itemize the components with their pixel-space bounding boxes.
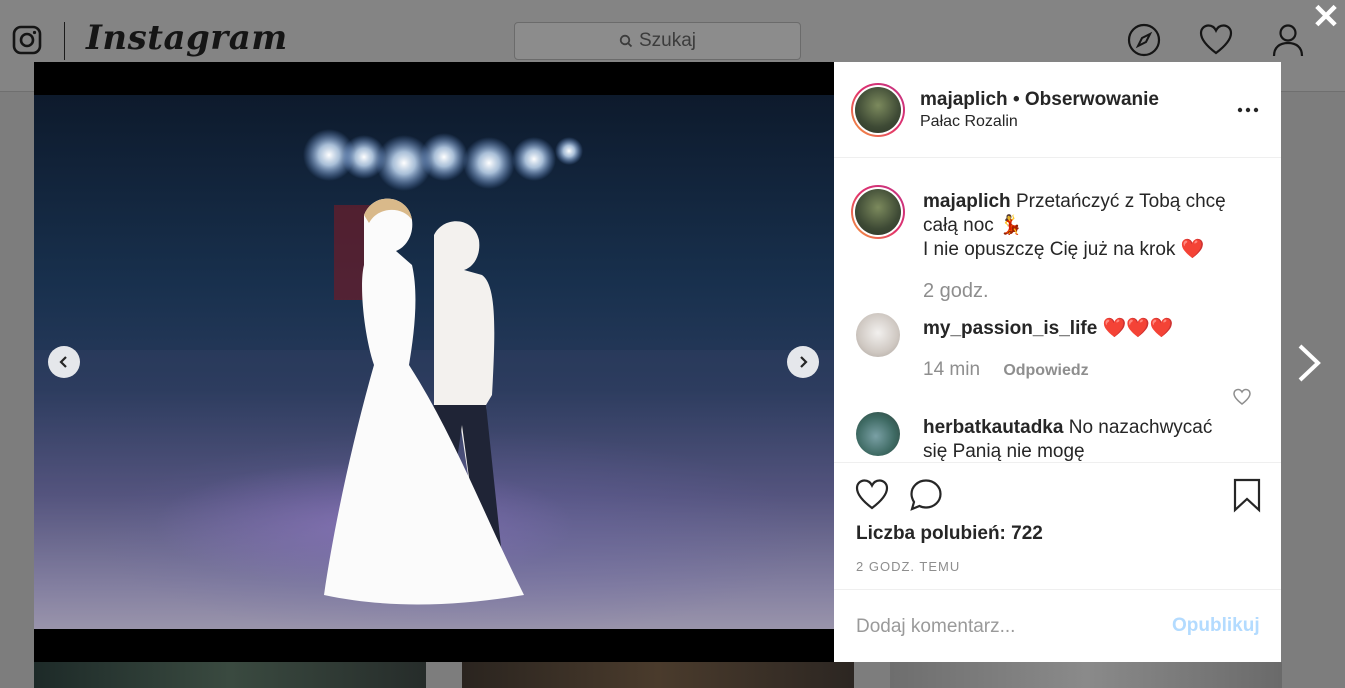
- logo-divider: [64, 22, 65, 60]
- search-placeholder: Szukaj: [638, 30, 697, 51]
- separator-dot: •: [1012, 89, 1025, 110]
- comment-input[interactable]: [856, 612, 1156, 642]
- photo-illustration: [34, 129, 834, 629]
- speech-bubble-icon[interactable]: [908, 477, 944, 513]
- post-photo[interactable]: [34, 62, 834, 662]
- likes-count[interactable]: Liczba polubień: 722: [856, 523, 1043, 545]
- author-username[interactable]: majaplich: [920, 89, 1008, 110]
- instagram-wordmark[interactable]: Instagram: [86, 18, 288, 58]
- close-icon[interactable]: ✕: [1310, 0, 1342, 34]
- heart-icon[interactable]: [1198, 22, 1234, 58]
- background-grid-thumbnail[interactable]: [462, 662, 854, 688]
- post-caption: majaplich Przetańczyć z Tobą chcę całą n…: [923, 190, 1243, 262]
- previous-image-button[interactable]: [48, 346, 80, 378]
- commenter-avatar[interactable]: [856, 412, 900, 456]
- comment-meta: 14 min Odpowiedz: [923, 359, 1089, 381]
- ellipsis-icon[interactable]: [1236, 98, 1260, 122]
- post-location[interactable]: Pałac Rozalin: [920, 113, 1018, 131]
- comment-time: 14 min: [923, 359, 981, 380]
- follow-status-button[interactable]: Obserwowanie: [1025, 89, 1159, 110]
- comments-list[interactable]: majaplich Przetańczyć z Tobą chcę całą n…: [834, 159, 1281, 462]
- compass-icon[interactable]: [1126, 22, 1162, 58]
- comment-like-heart-icon[interactable]: [1232, 387, 1252, 407]
- reply-button[interactable]: Odpowiedz: [1003, 362, 1088, 379]
- caption-text-line2: I nie opuszczę Cię już na krok ❤️: [923, 239, 1205, 260]
- search-box[interactable]: Szukaj: [514, 22, 801, 60]
- author-avatar[interactable]: [851, 83, 905, 137]
- instagram-glyph-icon[interactable]: [12, 25, 42, 55]
- comment-username[interactable]: herbatkautadka: [923, 417, 1063, 438]
- comment-item: herbatkautadka No nazachwycać się Panią …: [923, 416, 1223, 462]
- next-image-button[interactable]: [787, 346, 819, 378]
- author-follow-line: majaplich • Obserwowanie: [920, 89, 1159, 111]
- background-grid-thumbnail[interactable]: [890, 662, 1282, 688]
- person-icon[interactable]: [1270, 22, 1306, 58]
- post-timestamp[interactable]: 2 GODZ. TEMU: [856, 559, 960, 574]
- background-grid-thumbnail[interactable]: [34, 662, 426, 688]
- comment-username[interactable]: my_passion_is_life: [923, 318, 1097, 339]
- caption-username[interactable]: majaplich: [923, 191, 1011, 212]
- post-actions: Liczba polubień: 722 2 GODZ. TEMU: [834, 462, 1281, 590]
- comment-text: ❤️❤️❤️: [1102, 318, 1174, 339]
- caption-avatar[interactable]: [851, 185, 905, 239]
- comment-item: my_passion_is_life ❤️❤️❤️: [923, 317, 1223, 341]
- commenter-avatar[interactable]: [856, 313, 900, 357]
- chevron-right-icon[interactable]: [1290, 340, 1326, 386]
- chevron-left-icon: [59, 356, 67, 368]
- publish-button[interactable]: Opublikuj: [1172, 615, 1260, 637]
- heart-icon[interactable]: [854, 477, 890, 513]
- chevron-right-icon: [800, 356, 808, 368]
- bookmark-icon[interactable]: [1229, 477, 1265, 513]
- post-details-panel: majaplich • Obserwowanie Pałac Rozalin m…: [834, 62, 1281, 662]
- search-icon: [619, 34, 633, 48]
- add-comment-bar: Opublikuj: [834, 589, 1281, 662]
- wedding-dance-image: [34, 95, 834, 629]
- post-header: majaplich • Obserwowanie Pałac Rozalin: [834, 62, 1281, 158]
- caption-time: 2 godz.: [923, 280, 989, 302]
